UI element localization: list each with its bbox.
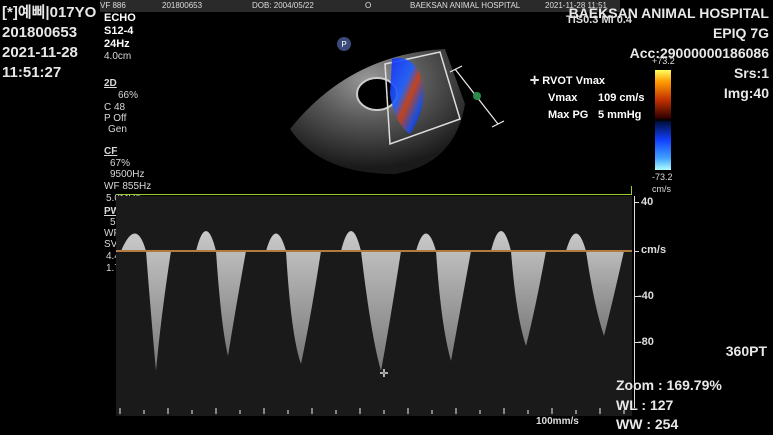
tissue-region	[290, 49, 465, 174]
sweep-speed: 100mm/s	[536, 416, 579, 427]
exam-time: 11:51:27	[2, 64, 62, 81]
twod-gen: Gen	[108, 124, 127, 135]
bar-o: O	[365, 1, 372, 10]
window-width: WW : 254	[616, 416, 679, 432]
cf-prf: 9500Hz	[110, 169, 145, 180]
system-name: EPIQ 7G	[712, 25, 769, 41]
zoom-level: Zoom : 169.79%	[616, 377, 722, 393]
top-info-bar: VF 886 201800653 DOB: 2004/05/22 O BAEKS…	[100, 0, 620, 12]
measurement-title-row: ✛ RVOT Vmax	[530, 75, 606, 87]
pg-value: 5 mmHg	[598, 109, 642, 121]
patient-id-line: [*]예삐|017YO	[2, 4, 97, 21]
cf-wf: WF 855Hz	[104, 181, 152, 192]
series: Srs:1	[733, 65, 769, 81]
frame-rate: 24Hz	[104, 38, 130, 50]
twod-p: P Off	[104, 113, 127, 124]
vmax-value: 109 cm/s	[598, 92, 645, 104]
sample-volume-icon	[473, 92, 481, 100]
scale-label-neg80: -80	[638, 336, 654, 348]
pg-label: Max PG	[548, 109, 589, 121]
echo-2d-image: P	[290, 37, 505, 174]
twod-title: 2D	[104, 78, 117, 89]
scale-label-40: 40	[641, 196, 654, 208]
accession: Acc:29000000186086	[629, 45, 769, 61]
crosshair-icon: ✛	[379, 368, 388, 380]
color-bar-bottom: -73.2	[652, 172, 673, 182]
color-bar-unit: cm/s	[652, 184, 671, 194]
depth-label: 4.0cm	[104, 51, 132, 62]
image-number: Img:40	[723, 85, 769, 101]
scale-label-unit: cm/s	[641, 244, 667, 256]
bar-vf: VF 886	[100, 1, 126, 10]
bar-id: 201800653	[162, 1, 203, 10]
tis-mi: TIS0.3 MI 0.4	[566, 14, 633, 26]
probe-marker-letter: P	[341, 40, 346, 49]
scale-label-neg40: -40	[638, 290, 654, 302]
exam-date: 2021-11-28	[2, 44, 78, 61]
bar-dob: DOB: 2004/05/22	[252, 1, 314, 10]
spectral-doppler-trace: ✛	[116, 196, 632, 416]
vmax-label: Vmax	[548, 92, 578, 104]
timeline-marker	[116, 194, 632, 195]
pt-label: 360PT	[725, 343, 767, 359]
cf-gain: 67%	[110, 158, 131, 169]
mode-label: ECHO	[104, 12, 136, 24]
patient-id: 201800653	[2, 24, 78, 41]
bar-hospital: BAEKSAN ANIMAL HOSPITAL	[410, 1, 521, 10]
probe-label: S12-4	[104, 25, 134, 37]
color-bar-top: +73.2	[652, 56, 675, 66]
twod-c: C 48	[104, 102, 126, 113]
cf-title: CF	[104, 146, 118, 157]
color-velocity-bar	[655, 70, 671, 170]
window-level: WL : 127	[616, 397, 674, 413]
twod-gain: 66%	[118, 90, 139, 101]
measurement-title: RVOT Vmax	[542, 75, 606, 87]
